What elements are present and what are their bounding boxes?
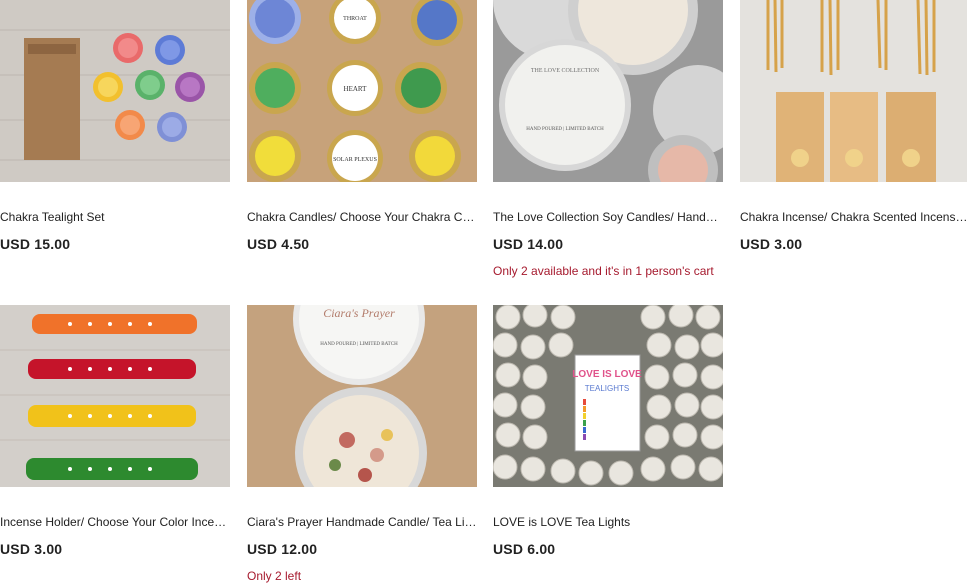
- product-card[interactable]: LOVE IS LOVE TEALIGHTS LOVE is LOVE Tea …: [493, 305, 723, 557]
- product-title[interactable]: Chakra Incense/ Chakra Scented Incense S…: [740, 210, 967, 224]
- product-card[interactable]: Ciara's Prayer HAND POURED | LIMITED BAT…: [247, 305, 477, 583]
- stock-notice: Only 2 left: [247, 569, 302, 583]
- product-title[interactable]: Chakra Candles/ Choose Your Chakra Candl…: [247, 210, 477, 224]
- svg-text:THE LOVE COLLECTION: THE LOVE COLLECTION: [531, 68, 600, 74]
- product-price: USD 3.00: [740, 236, 803, 252]
- product-title[interactable]: Ciara's Prayer Handmade Candle/ Tea Ligh…: [247, 515, 477, 529]
- product-title[interactable]: Chakra Tealight Set: [0, 210, 230, 224]
- product-title[interactable]: The Love Collection Soy Candles/ Handmad…: [493, 210, 723, 224]
- svg-text:TEALIGHTS: TEALIGHTS: [585, 384, 629, 393]
- svg-text:LOVE IS LOVE: LOVE IS LOVE: [572, 369, 642, 380]
- product-title[interactable]: Incense Holder/ Choose Your Color Incens…: [0, 515, 230, 529]
- product-card[interactable]: THROAT HEART SOLAR PLEXUS Chakra Candles…: [247, 0, 477, 252]
- product-card[interactable]: THE LOVE COLLECTION HAND POURED | LIMITE…: [493, 0, 723, 278]
- svg-text:Ciara's Prayer: Ciara's Prayer: [323, 306, 395, 320]
- svg-text:HEART: HEART: [344, 85, 368, 93]
- product-image[interactable]: [740, 0, 967, 182]
- stock-notice: Only 2 available and it's in 1 person's …: [493, 264, 714, 278]
- product-card[interactable]: Chakra Tealight Set USD 15.00: [0, 0, 230, 252]
- product-price: USD 14.00: [493, 236, 564, 252]
- product-image[interactable]: THROAT HEART SOLAR PLEXUS: [247, 0, 477, 182]
- product-image[interactable]: LOVE IS LOVE TEALIGHTS: [493, 305, 723, 487]
- product-image[interactable]: [0, 0, 230, 182]
- product-card[interactable]: Chakra Incense/ Chakra Scented Incense S…: [740, 0, 967, 252]
- product-title[interactable]: LOVE is LOVE Tea Lights: [493, 515, 723, 529]
- product-price: USD 12.00: [247, 541, 318, 557]
- product-image[interactable]: Ciara's Prayer HAND POURED | LIMITED BAT…: [247, 305, 477, 487]
- product-card[interactable]: Incense Holder/ Choose Your Color Incens…: [0, 305, 230, 557]
- svg-text:THROAT: THROAT: [343, 16, 367, 22]
- product-price: USD 6.00: [493, 541, 556, 557]
- svg-text:HAND POURED | LIMITED BATCH: HAND POURED | LIMITED BATCH: [526, 127, 604, 132]
- product-price: USD 4.50: [247, 236, 310, 252]
- svg-text:SOLAR PLEXUS: SOLAR PLEXUS: [333, 157, 377, 163]
- product-price: USD 15.00: [0, 236, 71, 252]
- product-price: USD 3.00: [0, 541, 63, 557]
- product-image[interactable]: [0, 305, 230, 487]
- product-image[interactable]: THE LOVE COLLECTION HAND POURED | LIMITE…: [493, 0, 723, 182]
- svg-text:HAND POURED | LIMITED BATCH: HAND POURED | LIMITED BATCH: [320, 342, 398, 347]
